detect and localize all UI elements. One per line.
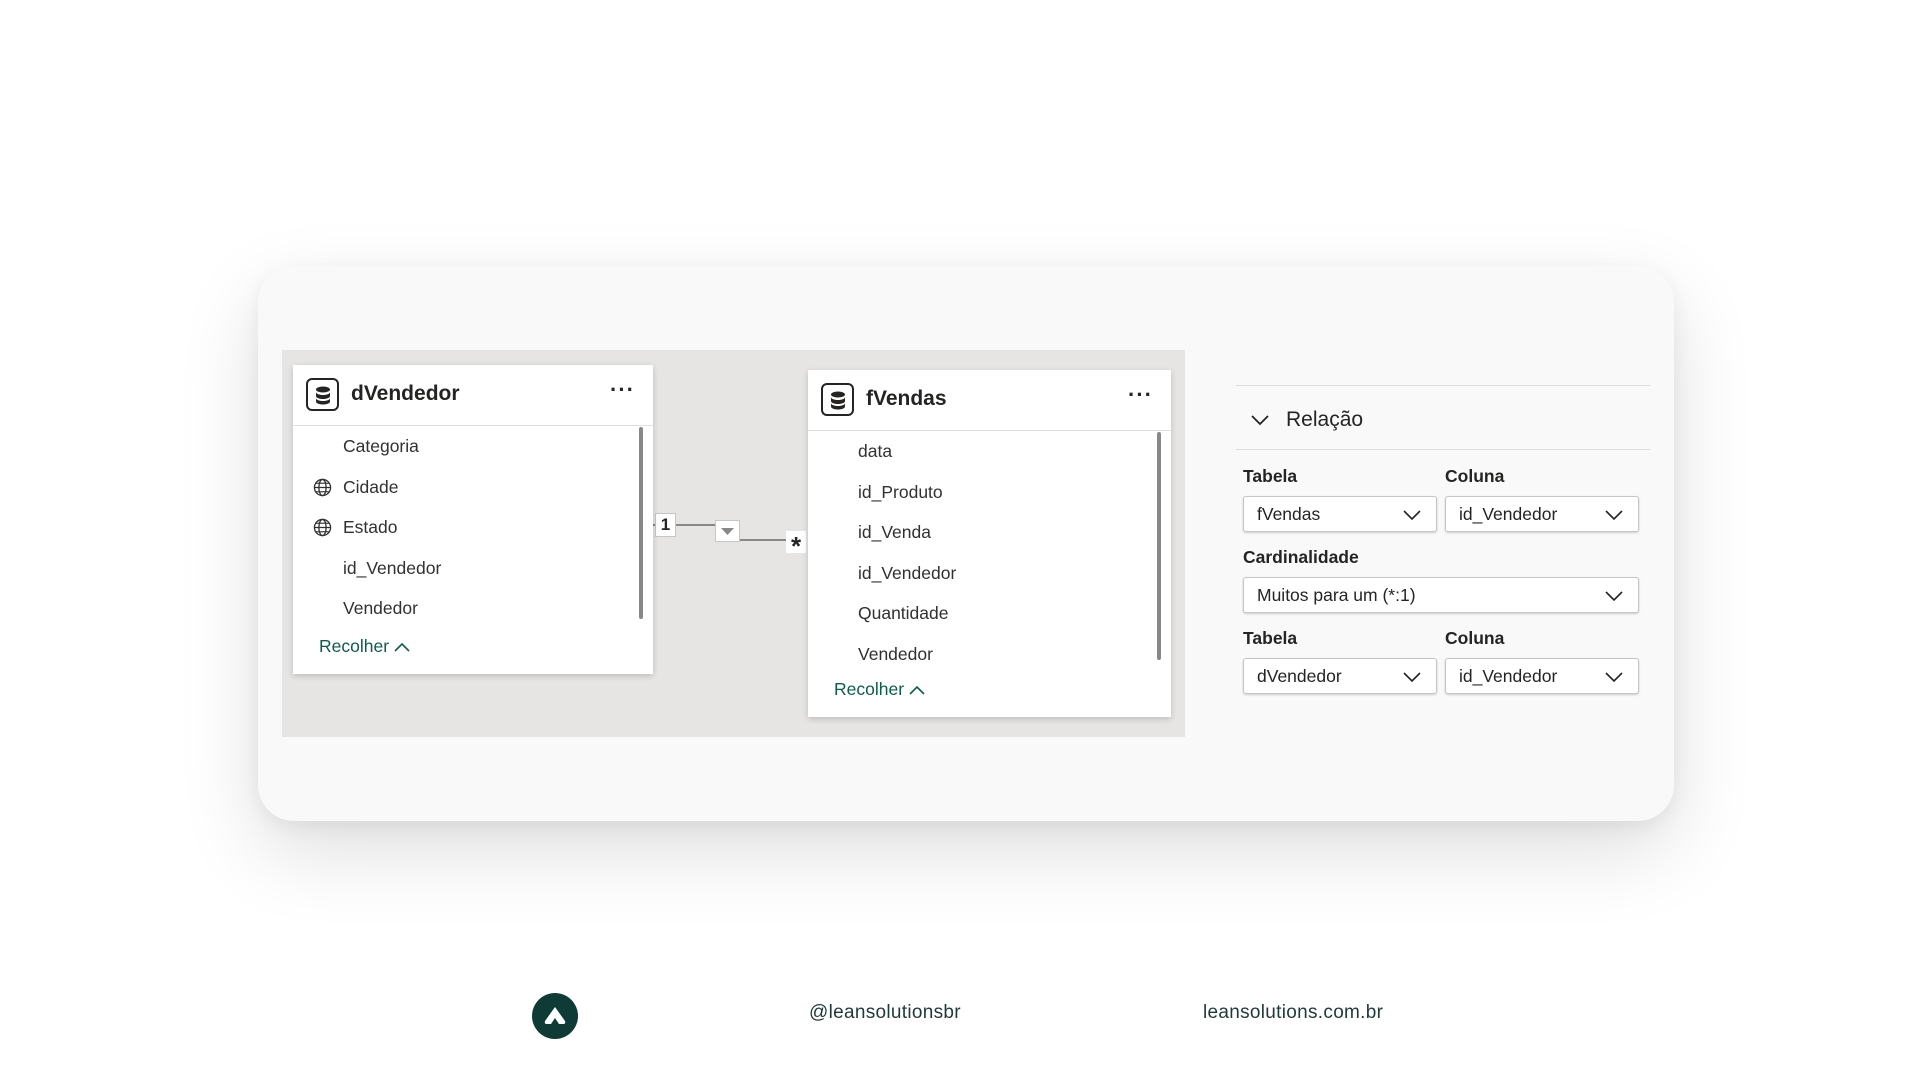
model-view-card: 1 * dVendedor ··· Categoria Cidade Estad… bbox=[258, 266, 1674, 821]
social-handle: @leansolutionsbr bbox=[809, 1002, 961, 1023]
from-table-label: Tabela bbox=[1243, 466, 1298, 486]
field-label: id_Produto bbox=[858, 481, 943, 502]
model-canvas[interactable]: 1 * dVendedor ··· Categoria Cidade Estad… bbox=[282, 350, 1185, 737]
scrollbar[interactable] bbox=[639, 427, 643, 619]
collapse-label: Recolher bbox=[834, 679, 905, 699]
field-item[interactable]: Categoria bbox=[293, 426, 653, 467]
cardinality-label: Cardinalidade bbox=[1243, 547, 1359, 567]
field-label: Estado bbox=[343, 517, 398, 537]
dropdown-value: id_Vendedor bbox=[1459, 504, 1558, 524]
chevron-down-icon bbox=[1251, 415, 1269, 426]
dropdown-value: dVendedor bbox=[1257, 666, 1342, 686]
globe-icon bbox=[313, 518, 332, 537]
to-column-label: Coluna bbox=[1445, 628, 1505, 648]
field-item[interactable]: Vendedor bbox=[808, 634, 1171, 675]
chevron-down-icon bbox=[1605, 672, 1623, 683]
relationship-one-marker: 1 bbox=[655, 513, 676, 537]
collapse-link[interactable]: Recolher bbox=[319, 636, 411, 657]
scrollbar[interactable] bbox=[1157, 432, 1161, 660]
table-title: fVendas bbox=[866, 387, 947, 410]
field-item[interactable]: data bbox=[808, 431, 1171, 472]
section-title: Relação bbox=[1286, 408, 1364, 431]
field-item[interactable]: Estado bbox=[293, 507, 653, 548]
field-label: id_Vendedor bbox=[858, 562, 957, 583]
from-table-dropdown[interactable]: fVendas bbox=[1243, 496, 1437, 532]
field-item[interactable]: id_Vendedor bbox=[808, 553, 1171, 594]
field-item[interactable]: id_Venda bbox=[808, 512, 1171, 553]
field-label: Cidade bbox=[343, 476, 399, 497]
to-column-dropdown[interactable]: id_Vendedor bbox=[1445, 658, 1639, 694]
field-item[interactable]: Cidade bbox=[293, 467, 653, 508]
more-options-button[interactable]: ··· bbox=[1128, 384, 1153, 406]
chevron-down-icon bbox=[1605, 591, 1623, 602]
table-header[interactable]: fVendas ··· bbox=[808, 370, 1171, 431]
to-table-label: Tabela bbox=[1243, 628, 1298, 648]
field-list: Categoria Cidade Estado id_Vendedor Vend… bbox=[293, 426, 653, 629]
chevron-up-icon bbox=[909, 685, 925, 695]
field-item[interactable]: Quantidade bbox=[808, 593, 1171, 634]
field-item[interactable]: id_Vendedor bbox=[293, 548, 653, 589]
field-label: id_Vendedor bbox=[343, 557, 442, 578]
field-list: data id_Produto id_Venda id_Vendedor Qua… bbox=[808, 431, 1171, 674]
table-icon bbox=[306, 378, 339, 411]
chevron-down-icon bbox=[1605, 510, 1623, 521]
relationship-direction-arrow[interactable] bbox=[715, 520, 740, 542]
lean-solutions-logo-icon bbox=[532, 993, 578, 1039]
to-table-dropdown[interactable]: dVendedor bbox=[1243, 658, 1437, 694]
relationship-properties-panel: Relação Tabela Coluna fVendas id_Vendedo… bbox=[1236, 266, 1656, 821]
table-card-fvendas[interactable]: fVendas ··· data id_Produto id_Venda id_… bbox=[808, 370, 1171, 717]
field-label: Vendedor bbox=[858, 643, 933, 664]
field-item[interactable]: id_Produto bbox=[808, 472, 1171, 513]
globe-icon bbox=[313, 478, 332, 496]
chevron-down-icon bbox=[1403, 510, 1421, 521]
collapse-label: Recolher bbox=[319, 636, 390, 656]
cardinality-dropdown[interactable]: Muitos para um (*:1) bbox=[1243, 577, 1639, 613]
field-label: Categoria bbox=[343, 436, 419, 456]
field-label: id_Venda bbox=[858, 522, 931, 542]
divider bbox=[1236, 385, 1650, 386]
chevron-up-icon bbox=[394, 642, 410, 652]
field-label: data bbox=[858, 441, 893, 461]
from-column-dropdown[interactable]: id_Vendedor bbox=[1445, 496, 1639, 532]
table-icon bbox=[821, 383, 854, 416]
from-column-label: Coluna bbox=[1445, 466, 1505, 486]
table-header[interactable]: dVendedor ··· bbox=[293, 365, 653, 426]
field-label: Vendedor bbox=[343, 598, 418, 618]
dropdown-value: fVendas bbox=[1257, 504, 1321, 524]
field-label: Quantidade bbox=[858, 603, 949, 623]
table-title: dVendedor bbox=[351, 382, 460, 405]
section-header-relacao[interactable]: Relação bbox=[1250, 408, 1363, 432]
divider bbox=[1236, 449, 1650, 450]
chevron-down-icon bbox=[1403, 672, 1421, 683]
dropdown-value: Muitos para um (*:1) bbox=[1257, 585, 1416, 605]
website-url: leansolutions.com.br bbox=[1203, 1002, 1384, 1023]
dropdown-value: id_Vendedor bbox=[1459, 666, 1558, 686]
collapse-link[interactable]: Recolher bbox=[834, 679, 926, 700]
field-item[interactable]: Vendedor bbox=[293, 588, 653, 629]
table-card-dvendedor[interactable]: dVendedor ··· Categoria Cidade Estado id… bbox=[293, 365, 653, 674]
relationship-many-marker: * bbox=[786, 531, 806, 561]
arrow-down-icon bbox=[721, 528, 734, 535]
more-options-button[interactable]: ··· bbox=[610, 379, 635, 401]
